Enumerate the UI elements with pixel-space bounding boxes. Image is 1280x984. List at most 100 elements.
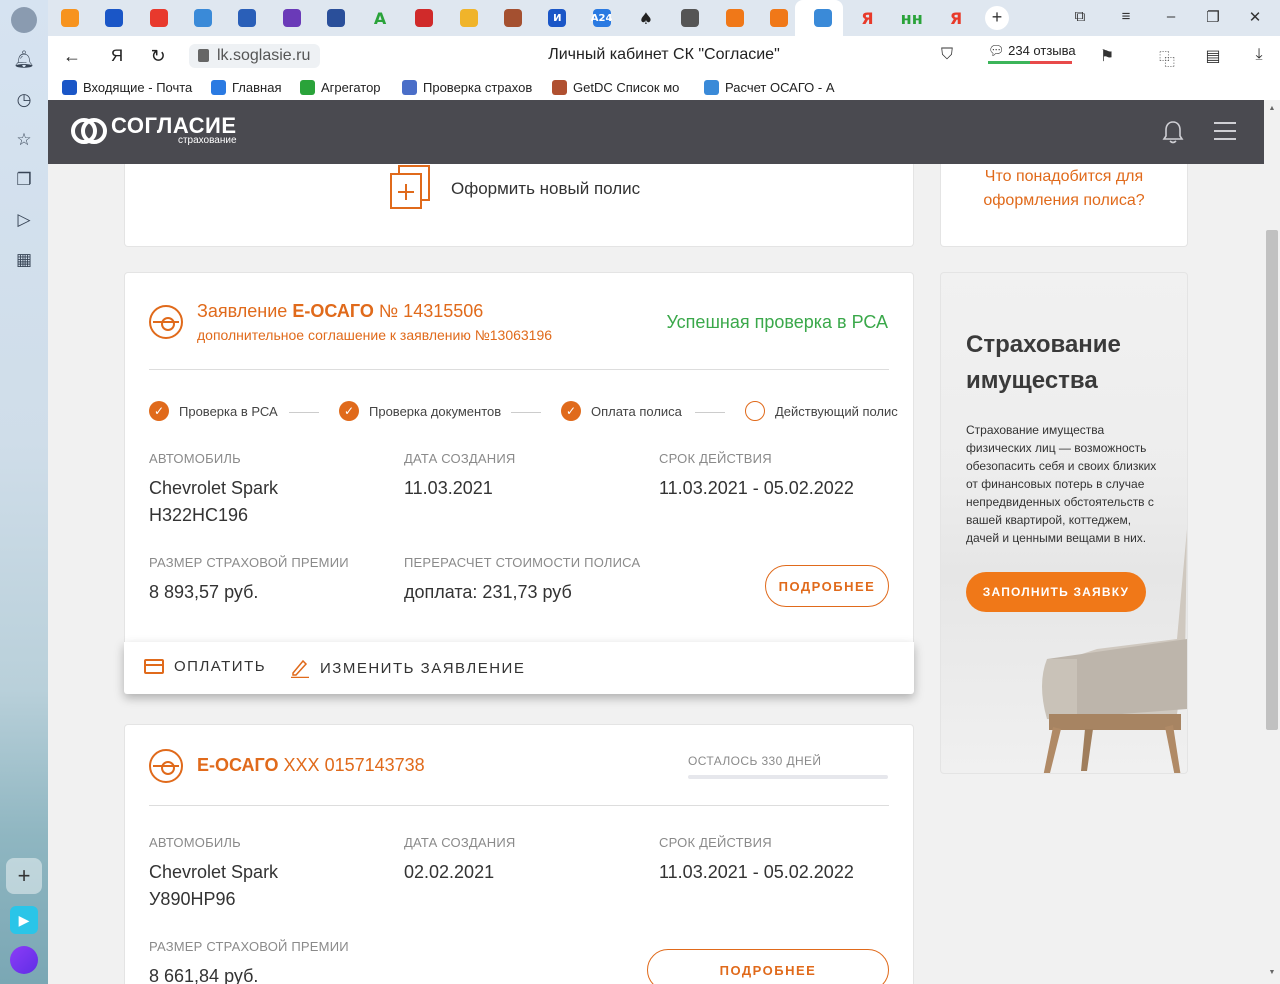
scrollbar-thumb[interactable]	[1266, 230, 1278, 730]
premium-value: 8 661,84 руб.	[149, 966, 259, 984]
browser-side-panel: 🔔︎ ◷ ☆ ❐ ▷ ▦ + ▶	[0, 0, 48, 984]
bookmark-item[interactable]: Проверка страхов	[402, 80, 538, 95]
reviews-badge[interactable]: 💬︎ 234 отзыва	[988, 43, 1076, 59]
days-left-bar	[688, 775, 888, 779]
translate-icon[interactable]: ⿻	[1156, 46, 1178, 70]
check-icon: ✓	[339, 401, 359, 421]
bell-icon[interactable]: 🔔︎	[12, 48, 36, 72]
apps-grid-icon[interactable]: ▦	[12, 248, 36, 272]
tab-spades-icon[interactable]: ♠	[634, 6, 658, 30]
minimize-icon[interactable]: –	[1161, 8, 1181, 25]
notifications-bell-icon[interactable]	[1162, 120, 1184, 144]
tab-drive-icon[interactable]	[191, 6, 215, 30]
days-left-label: ОСТАЛОСЬ 330 ДНЕЙ	[688, 754, 822, 768]
tab-ok-icon[interactable]	[58, 6, 82, 30]
tab-yoga-icon[interactable]	[811, 6, 835, 30]
collections-icon[interactable]: ❐	[12, 168, 36, 192]
document-icon	[681, 9, 700, 27]
tab-bar: A И A24 ♠ Янн Я + ⧉ ≡ – ❐ ✕	[48, 0, 1280, 36]
restore-icon[interactable]: ❐	[1203, 8, 1223, 26]
yandex-icon: Я	[861, 8, 874, 28]
tab-car-icon[interactable]	[501, 6, 525, 30]
period-label: СРОК ДЕЙСТВИЯ	[659, 451, 772, 466]
pay-button[interactable]: ОПЛАТИТЬ	[144, 658, 266, 675]
new-policy-label: Оформить новый полис	[451, 179, 641, 198]
soglasie-logo[interactable]: СОГЛАСИЕ страхование	[71, 115, 237, 146]
tab-globe-icon[interactable]	[324, 6, 348, 30]
bookmark-item[interactable]: Главная	[211, 80, 291, 95]
application-title: Заявление Е-ОСАГО № 14315506	[197, 301, 483, 322]
car-label: АВТОМОБИЛЬ	[149, 835, 241, 850]
play-icon[interactable]: ▷	[12, 208, 36, 232]
created-date: 11.03.2021	[404, 478, 493, 498]
tab-soglasie-icon[interactable]	[723, 6, 747, 30]
fill-application-button[interactable]: ЗАПОЛНИТЬ ЗАЯВКУ	[966, 572, 1146, 612]
yandex-mail-icon	[459, 9, 478, 27]
shield-badge-icon[interactable]: ⛉	[936, 46, 958, 64]
history-icon[interactable]: ◷	[12, 88, 36, 112]
step-connector	[511, 412, 541, 413]
tab-hh-icon[interactable]: нн	[900, 6, 924, 30]
bookmark-item[interactable]: Расчет ОСАГО - А	[704, 80, 844, 95]
close-icon[interactable]: ✕	[1245, 8, 1265, 26]
reader-icon[interactable]: ▤	[1202, 46, 1224, 66]
tab-soglasie-icon[interactable]	[767, 6, 791, 30]
tab-pocket-icon[interactable]	[147, 6, 171, 30]
scroll-up-arrow-icon[interactable]: ▲	[1268, 105, 1276, 112]
profile-avatar[interactable]	[11, 7, 37, 33]
alice-icon[interactable]	[10, 946, 38, 974]
star-icon[interactable]: ☆	[12, 128, 36, 152]
new-policy-icon	[390, 165, 430, 209]
car-model: Chevrolet Spark	[149, 478, 279, 498]
bookmark-item[interactable]: Агрегатор	[300, 80, 390, 95]
hamburger-menu-icon[interactable]	[1214, 122, 1236, 140]
tab-a24-icon[interactable]: A24	[590, 6, 614, 30]
spades-icon: ♠	[638, 8, 654, 28]
pay-label: ОПЛАТИТЬ	[174, 658, 267, 675]
soglasie-icon	[725, 9, 744, 27]
scroll-down-arrow-icon[interactable]: ▼	[1268, 969, 1276, 976]
bookmarks-bar: Входящие - Почта Главная Агрегатор Проверка…	[48, 78, 1280, 100]
download-icon[interactable]: ⤓	[1248, 46, 1270, 64]
send-icon[interactable]: ▶	[10, 906, 38, 934]
add-panel-icon[interactable]: +	[6, 858, 42, 894]
new-tab-button[interactable]: +	[985, 6, 1009, 30]
tab-green-a-icon[interactable]: A	[368, 6, 392, 30]
tab-i-icon[interactable]: И	[545, 6, 569, 30]
premium-label: РАЗМЕР СТРАХОВОЙ ПРЕМИИ	[149, 555, 349, 570]
tab-yandex-icon[interactable]: Я	[944, 6, 968, 30]
details-button[interactable]: ПОДРОБНЕЕ	[647, 949, 889, 984]
tab-shield-icon[interactable]	[280, 6, 304, 30]
flag-icon	[238, 9, 257, 27]
tab-mail-icon[interactable]	[102, 6, 126, 30]
check-icon: ✓	[561, 401, 581, 421]
tab-document-icon[interactable]	[678, 6, 702, 30]
credit-card-icon	[144, 659, 164, 674]
promo-text: Страхование имущества физических лиц — в…	[966, 423, 1157, 545]
check-icon: ✓	[149, 401, 169, 421]
edit-application-button[interactable]: ИЗМЕНИТЬ ЗАЯВЛЕНИЕ	[290, 658, 525, 678]
promo-title: Страхование имущества	[966, 331, 1121, 394]
requirements-link[interactable]: Что понадобится для оформления полиса?	[961, 165, 1167, 213]
created-label: ДАТА СОЗДАНИЯ	[404, 451, 516, 466]
bookmark-icon[interactable]: ⚑	[1096, 46, 1118, 66]
menu-icon[interactable]: ≡	[1116, 8, 1136, 25]
property-insurance-promo: Страхование имущества Страхование имущес…	[940, 272, 1188, 774]
reviews-count: 234 отзыва	[1008, 43, 1076, 58]
application-card: Заявление Е-ОСАГО № 14315506 дополнитель…	[124, 272, 914, 694]
step-connector	[289, 412, 319, 413]
tab-russia-flag-icon[interactable]	[412, 6, 436, 30]
details-button[interactable]: ПОДРОБНЕЕ	[765, 565, 889, 607]
bookmark-item[interactable]: Входящие - Почта	[62, 80, 197, 95]
application-subtitle: дополнительное соглашение к заявлению №1…	[197, 327, 553, 343]
steering-wheel-icon	[149, 749, 183, 783]
bookmark-label: Проверка страхов	[423, 80, 533, 95]
soglasie-logo-icon	[71, 118, 107, 144]
tab-switcher-icon[interactable]: ⧉	[1070, 8, 1090, 25]
tab-yandex-mail-icon[interactable]	[457, 6, 481, 30]
tab-flag-icon[interactable]	[235, 6, 259, 30]
tab-yandex-icon[interactable]: Я	[855, 6, 879, 30]
bookmark-item[interactable]: GetDC Список мо	[552, 80, 688, 95]
bookmark-label: Входящие - Почта	[83, 80, 193, 95]
empty-circle-icon	[745, 401, 765, 421]
